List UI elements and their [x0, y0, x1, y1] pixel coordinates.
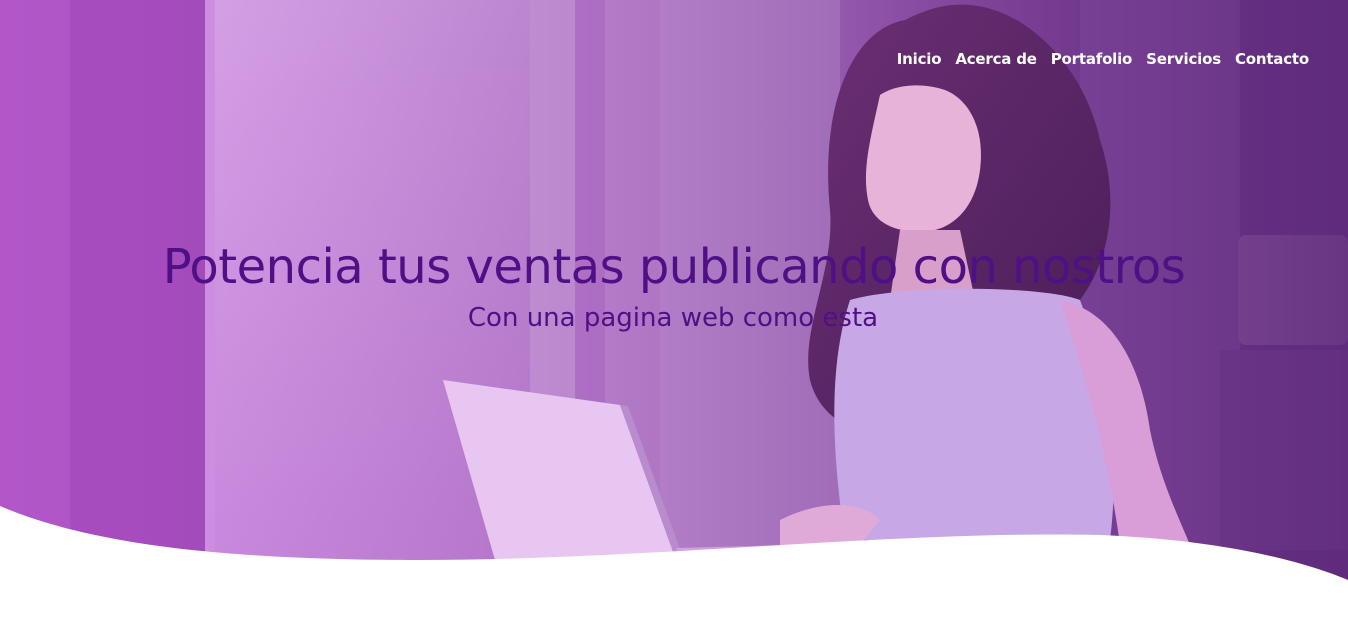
nav-item-contacto[interactable]: Contacto — [1235, 50, 1309, 68]
hero-title: Potencia tus ventas publicando con nostr… — [162, 239, 1186, 295]
hero-headline: Potencia tus ventas publicando con nostr… — [0, 236, 1348, 338]
nav-item-acerca-de[interactable]: Acerca de — [955, 50, 1037, 68]
hero-subtitle: Con una pagina web como esta — [467, 303, 879, 333]
hero-section: Inicio Acerca de Portafolio Servicios Co… — [0, 0, 1348, 634]
main-navigation: Inicio Acerca de Portafolio Servicios Co… — [897, 50, 1309, 68]
nav-item-inicio[interactable]: Inicio — [897, 50, 942, 68]
nav-item-portafolio[interactable]: Portafolio — [1051, 50, 1133, 68]
nav-item-servicios[interactable]: Servicios — [1146, 50, 1221, 68]
